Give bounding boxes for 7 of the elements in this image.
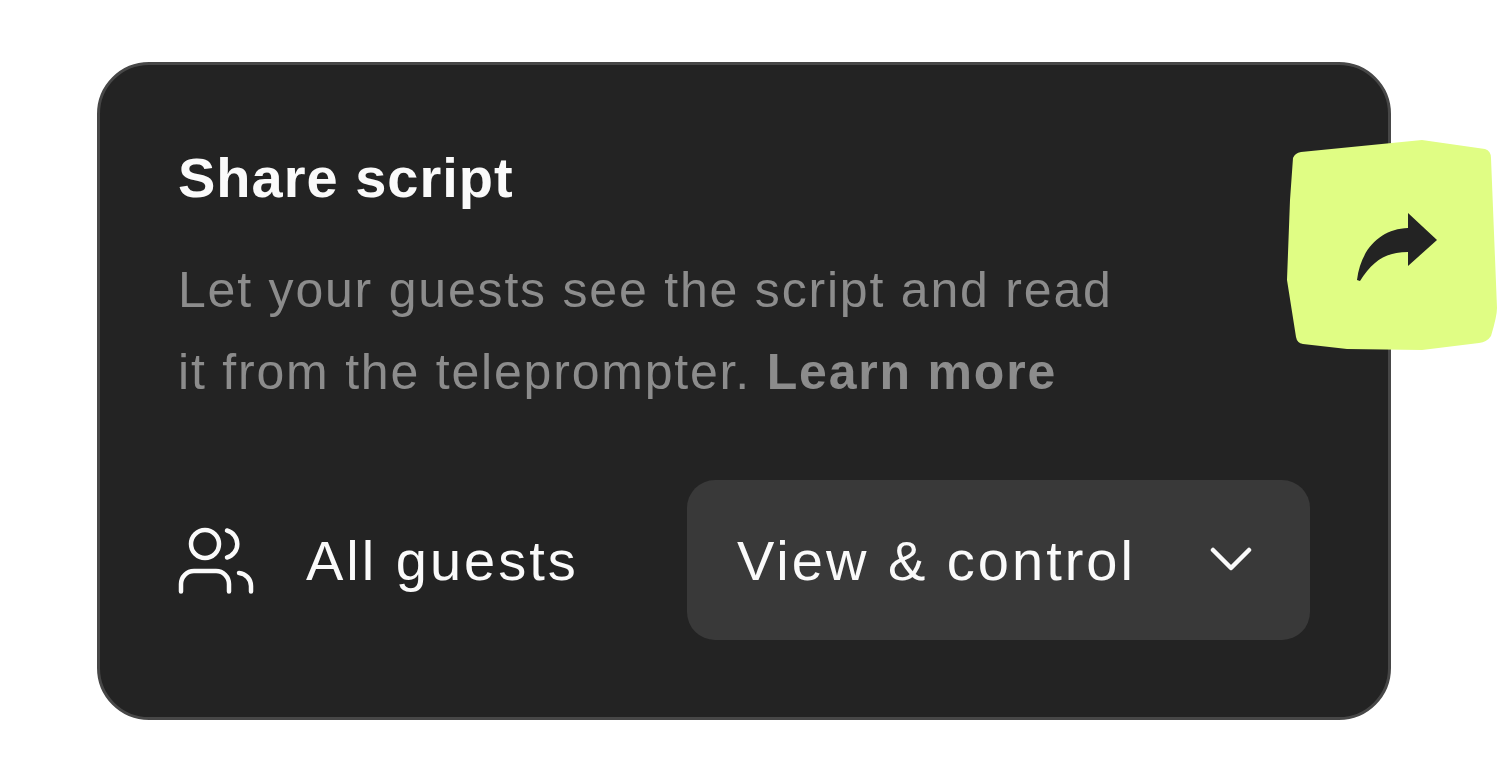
description-text: Let your guests see the script and read it from the teleprompter. Learn more	[178, 261, 1114, 402]
learn-more-link[interactable]: Learn more	[766, 344, 1058, 400]
card-title: Share script	[178, 145, 514, 211]
people-icon	[178, 526, 254, 594]
audience-label: All guests	[306, 527, 579, 593]
permission-dropdown[interactable]: View & control	[687, 480, 1310, 640]
chevron-down-icon	[1210, 547, 1252, 573]
